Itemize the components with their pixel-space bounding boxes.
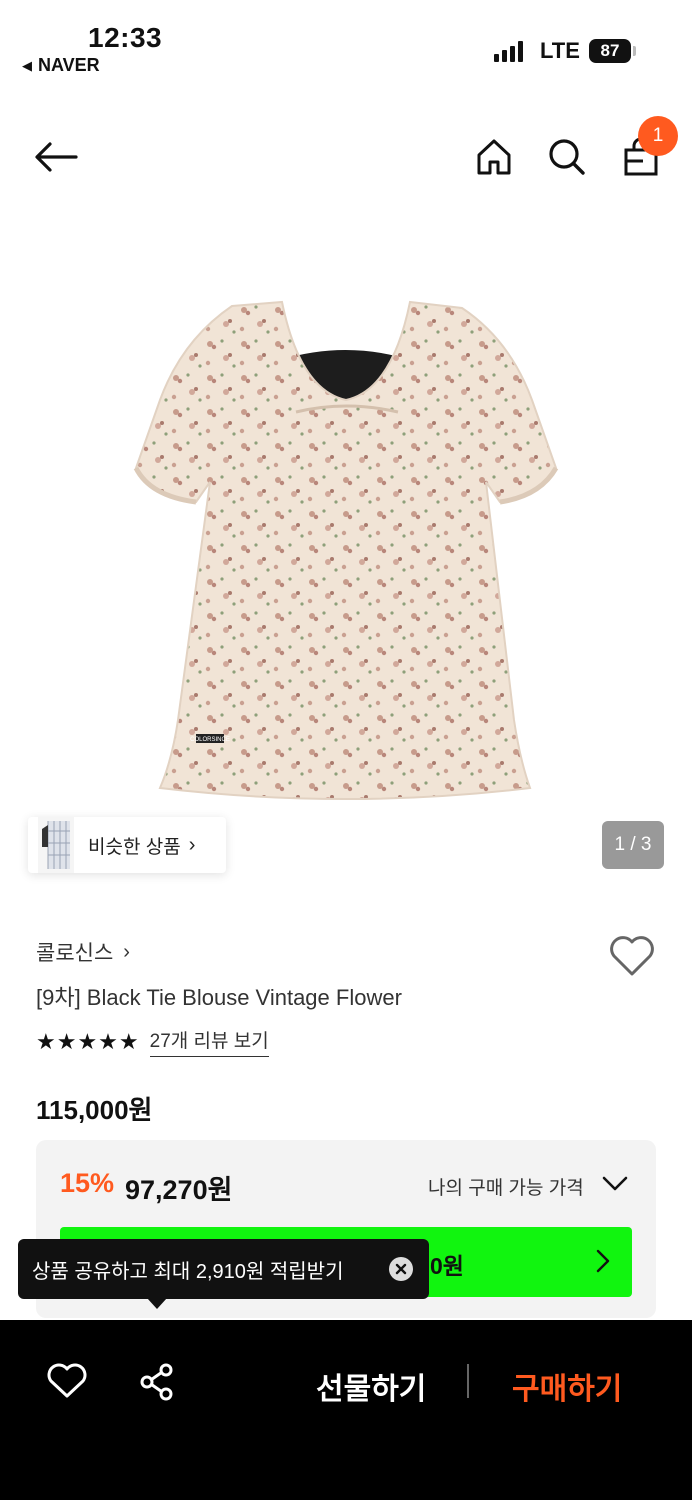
home-button[interactable]: [472, 136, 516, 178]
similar-product-thumbnail: [38, 817, 74, 873]
arrow-left-icon: [35, 142, 78, 172]
signal-icon: [494, 40, 523, 62]
brand-link[interactable]: 콜로신스 ›: [36, 937, 130, 967]
search-button[interactable]: [545, 136, 589, 178]
similar-products-label: 비슷한 상품: [88, 836, 181, 858]
back-to-app-link[interactable]: ◀ NAVER: [22, 55, 100, 76]
original-price: 115,000원: [36, 1095, 153, 1125]
status-bar: 12:33 ◀ NAVER LTE 87: [0, 0, 692, 90]
chevron-down-icon[interactable]: [602, 1176, 628, 1192]
back-app-label: NAVER: [38, 55, 100, 75]
share-reward-tooltip: 상품 공유하고 최대 2,910원 적립받기: [18, 1239, 429, 1299]
brand-name: 콜로신스: [36, 942, 114, 965]
rating-stars-icon: ★★★★★: [36, 1028, 140, 1054]
product-image-carousel[interactable]: COLORSINCE: [0, 200, 692, 900]
status-time: 12:33: [88, 22, 163, 53]
garment-label-text: COLORSINCE: [190, 737, 230, 743]
tooltip-text: 상품 공유하고 최대 2,910원 적립받기: [32, 1260, 344, 1283]
chevron-right-icon: [596, 1249, 610, 1273]
product-image: COLORSINCE: [133, 300, 559, 800]
close-icon: [395, 1263, 407, 1275]
rating-row: ★★★★★ 27개 리뷰 보기: [36, 1026, 269, 1057]
back-triangle-icon: ◀: [22, 57, 32, 73]
review-link[interactable]: 27개 리뷰 보기: [149, 1026, 269, 1057]
discount-price: 97,270원: [125, 1175, 233, 1205]
similar-products-button[interactable]: 비슷한 상품 ›: [28, 817, 226, 873]
bottom-bar-divider: [467, 1364, 469, 1398]
buy-button[interactable]: 구매하기: [512, 1364, 622, 1408]
share-icon: [140, 1363, 173, 1401]
wishlist-button[interactable]: [608, 934, 656, 980]
network-label: LTE: [540, 38, 580, 63]
home-icon: [477, 139, 511, 175]
bottom-action-bar: 선물하기 구매하기: [0, 1320, 692, 1500]
gift-button[interactable]: 선물하기: [316, 1364, 426, 1408]
discount-rate: 15%: [60, 1168, 115, 1198]
search-icon: [549, 139, 585, 175]
chevron-right-icon: ›: [188, 833, 196, 856]
tooltip-arrow: [147, 1298, 167, 1309]
product-title: [9차] Black Tie Blouse Vintage Flower: [36, 985, 402, 1010]
image-page-indicator: 1 / 3: [602, 821, 664, 869]
heart-outline-icon: [47, 1363, 87, 1398]
share-button[interactable]: [138, 1362, 178, 1407]
heart-outline-icon: [610, 936, 654, 976]
battery-tip: [633, 46, 636, 56]
cart-count-badge: 1: [638, 116, 678, 156]
naver-pay-benefit-text: 0원: [430, 1253, 464, 1279]
battery-icon: 87: [589, 39, 631, 63]
chevron-right-icon: ›: [123, 940, 130, 963]
my-price-toggle[interactable]: 나의 구매 가능 가격: [428, 1173, 584, 1200]
bottom-wishlist-button[interactable]: [46, 1362, 88, 1405]
back-button[interactable]: [30, 136, 82, 178]
tooltip-close-button[interactable]: [389, 1257, 413, 1281]
